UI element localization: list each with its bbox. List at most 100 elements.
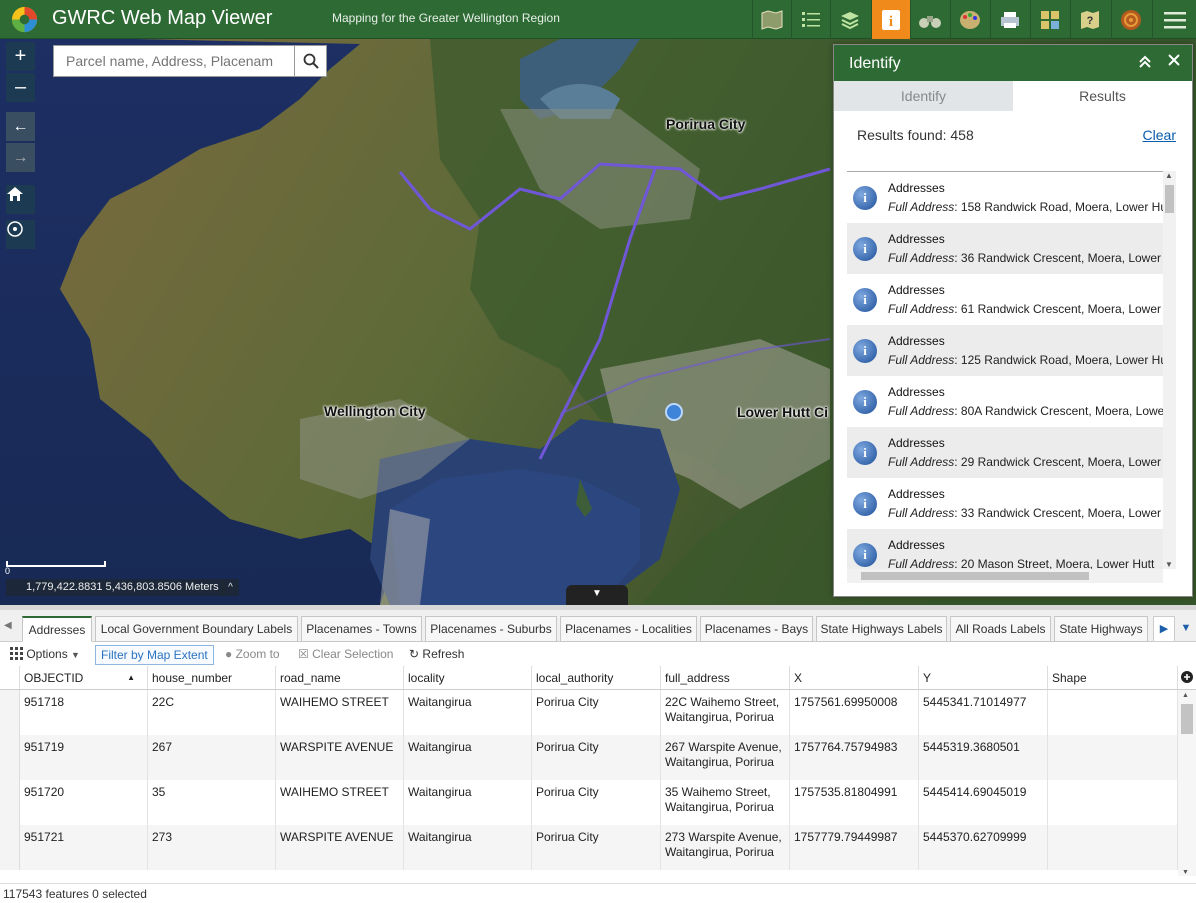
table-tab[interactable]: State Highways Labels xyxy=(816,616,947,642)
grid-button[interactable] xyxy=(1030,0,1069,39)
table-row[interactable]: 951719 267 WARSPITE AVENUE Waitangirua Porir… xyxy=(0,735,1178,780)
column-header[interactable]: OBJECTID ▲ xyxy=(20,666,148,690)
table-row[interactable]: 951718 22C WAIHEMO STREET Waitangirua Poriru… xyxy=(0,690,1178,735)
globe-button[interactable] xyxy=(1111,0,1150,39)
zoom-out-button[interactable]: – xyxy=(6,73,35,102)
column-header[interactable]: local_authority xyxy=(532,666,661,690)
collapse-table-button[interactable]: ▼ xyxy=(566,585,628,605)
table-scrollbar[interactable]: ▲ ▼ xyxy=(1178,690,1196,876)
layers-button[interactable] xyxy=(830,0,869,39)
close-icon xyxy=(1168,54,1180,66)
table-tab[interactable]: Local Government Boundary Labels xyxy=(95,616,298,642)
table-scroll-up-icon: ▲ xyxy=(1182,692,1189,699)
zoom-to-button[interactable]: ● Zoom to xyxy=(225,645,280,665)
table-cell: 22C xyxy=(148,690,276,735)
plus-circle-icon xyxy=(1181,671,1193,683)
layer-list-button[interactable] xyxy=(791,0,830,39)
results-scrollbar[interactable]: ▲ ▼ xyxy=(1163,171,1176,569)
table-cell: 1757779.79449987 xyxy=(790,825,919,870)
tab-identify[interactable]: Identify xyxy=(834,81,1013,111)
field-label: Full Address xyxy=(888,404,955,418)
tabs-menu-button[interactable]: ▼ xyxy=(1176,616,1196,642)
column-header[interactable]: locality xyxy=(404,666,532,690)
column-header[interactable]: Y xyxy=(919,666,1048,690)
table-scroll-thumb[interactable] xyxy=(1181,704,1193,734)
next-extent-button[interactable]: → xyxy=(6,143,35,172)
previous-extent-button[interactable]: ← xyxy=(6,112,35,141)
clear-selection-button[interactable]: ☒ Clear Selection xyxy=(298,645,393,665)
search-input[interactable] xyxy=(54,46,294,76)
table-row[interactable]: 951721 273 WARSPITE AVENUE Waitangirua Porir… xyxy=(0,825,1178,870)
result-item[interactable]: i Addresses Full Address: 80A Randwick Cre… xyxy=(847,376,1163,427)
print-icon xyxy=(1001,11,1019,28)
menu-button[interactable] xyxy=(1152,0,1196,39)
result-title: Addresses xyxy=(888,385,945,399)
close-panel-button[interactable] xyxy=(1168,53,1180,71)
attribute-table: OBJECTID ▲ house_number road_name locality lo… xyxy=(0,666,1196,876)
results-list: i Addresses Full Address: 158 Randwick Roa… xyxy=(847,171,1163,569)
zoom-in-button[interactable]: + xyxy=(6,42,35,71)
column-header-label: OBJECTID xyxy=(24,671,84,685)
filter-by-map-extent-button[interactable]: Filter by Map Extent xyxy=(95,645,214,665)
search-button[interactable] xyxy=(294,46,326,76)
table-cell: 273 Warspite Avenue, Waitangirua, Poriru… xyxy=(661,825,790,870)
result-description: Full Address: 80A Randwick Crescent, Moe… xyxy=(888,404,1163,418)
home-icon xyxy=(7,187,23,201)
column-header-label: road_name xyxy=(280,671,341,685)
table-tab[interactable]: Placenames - Localities xyxy=(560,616,697,642)
column-menu-button[interactable] xyxy=(1178,666,1196,690)
locate-button[interactable] xyxy=(6,220,35,249)
column-header[interactable]: full_address xyxy=(661,666,790,690)
table-tab[interactable]: Addresses xyxy=(22,616,92,642)
row-selector[interactable] xyxy=(0,690,20,735)
column-header-label: house_number xyxy=(152,671,233,685)
tabs-scroll-right-button[interactable]: ▶ xyxy=(1153,616,1175,642)
tabs-scroll-left-icon[interactable]: ◀ xyxy=(4,620,12,631)
home-button[interactable] xyxy=(6,185,35,214)
table-tab[interactable]: All Roads Labels xyxy=(950,616,1051,642)
result-title: Addresses xyxy=(888,436,945,450)
result-item[interactable]: i Addresses Full Address: 61 Randwick Cres… xyxy=(847,274,1163,325)
column-header[interactable]: road_name xyxy=(276,666,404,690)
identify-button[interactable]: i xyxy=(871,0,910,39)
row-selector[interactable] xyxy=(0,825,20,870)
table-tab[interactable]: Placenames - Suburbs xyxy=(425,616,557,642)
result-item[interactable]: i Addresses Full Address: 158 Randwick Roa… xyxy=(847,172,1163,223)
tab-results[interactable]: Results xyxy=(1013,81,1192,111)
results-horizontal-scrollbar[interactable] xyxy=(847,569,1163,583)
table-cell: WARSPITE AVENUE xyxy=(276,735,404,780)
basemap-button[interactable] xyxy=(752,0,791,39)
column-header[interactable]: Shape xyxy=(1048,666,1178,690)
result-item[interactable]: i Addresses Full Address: 125 Randwick Roa… xyxy=(847,325,1163,376)
hscroll-thumb[interactable] xyxy=(861,572,1089,580)
help-button[interactable]: ? xyxy=(1070,0,1109,39)
clear-selection-label: Clear Selection xyxy=(312,647,394,661)
table-tab[interactable]: Placenames - Towns xyxy=(301,616,422,642)
coordinate-toggle-button[interactable]: ^ xyxy=(222,579,239,596)
column-header[interactable]: house_number xyxy=(148,666,276,690)
row-selector[interactable] xyxy=(0,780,20,825)
clear-results-link[interactable]: Clear xyxy=(1143,127,1176,143)
refresh-button[interactable]: ↻ Refresh xyxy=(409,645,464,665)
collapse-panel-button[interactable] xyxy=(1138,54,1152,71)
result-item[interactable]: i Addresses Full Address: 36 Randwick Cres… xyxy=(847,223,1163,274)
result-item[interactable]: i Addresses Full Address: 20 Mason Street,… xyxy=(847,529,1163,569)
table-row[interactable]: 951720 35 WAIHEMO STREET Waitangirua Porirua… xyxy=(0,780,1178,825)
palette-button[interactable] xyxy=(950,0,989,39)
table-tab[interactable]: Placenames - Bays xyxy=(700,616,813,642)
result-item[interactable]: i Addresses Full Address: 29 Randwick Cres… xyxy=(847,427,1163,478)
scroll-thumb[interactable] xyxy=(1165,185,1174,213)
table-tab[interactable]: State Highways xyxy=(1054,616,1148,642)
print-button[interactable] xyxy=(990,0,1029,39)
identify-icon: i xyxy=(882,9,900,30)
column-header[interactable]: X xyxy=(790,666,919,690)
row-selector[interactable] xyxy=(0,735,20,780)
binoculars-button[interactable] xyxy=(910,0,949,39)
result-address: : 61 Randwick Crescent, Moera, Lower xyxy=(954,302,1162,316)
options-button[interactable]: Options ▼ xyxy=(10,645,80,665)
info-icon: i xyxy=(853,492,877,516)
result-address: : 125 Randwick Road, Moera, Lower Hu xyxy=(954,353,1163,367)
result-item[interactable]: i Addresses Full Address: 33 Randwick Cres… xyxy=(847,478,1163,529)
field-label: Full Address xyxy=(888,506,955,520)
result-address: : 80A Randwick Crescent, Moera, Lowe xyxy=(954,404,1163,418)
